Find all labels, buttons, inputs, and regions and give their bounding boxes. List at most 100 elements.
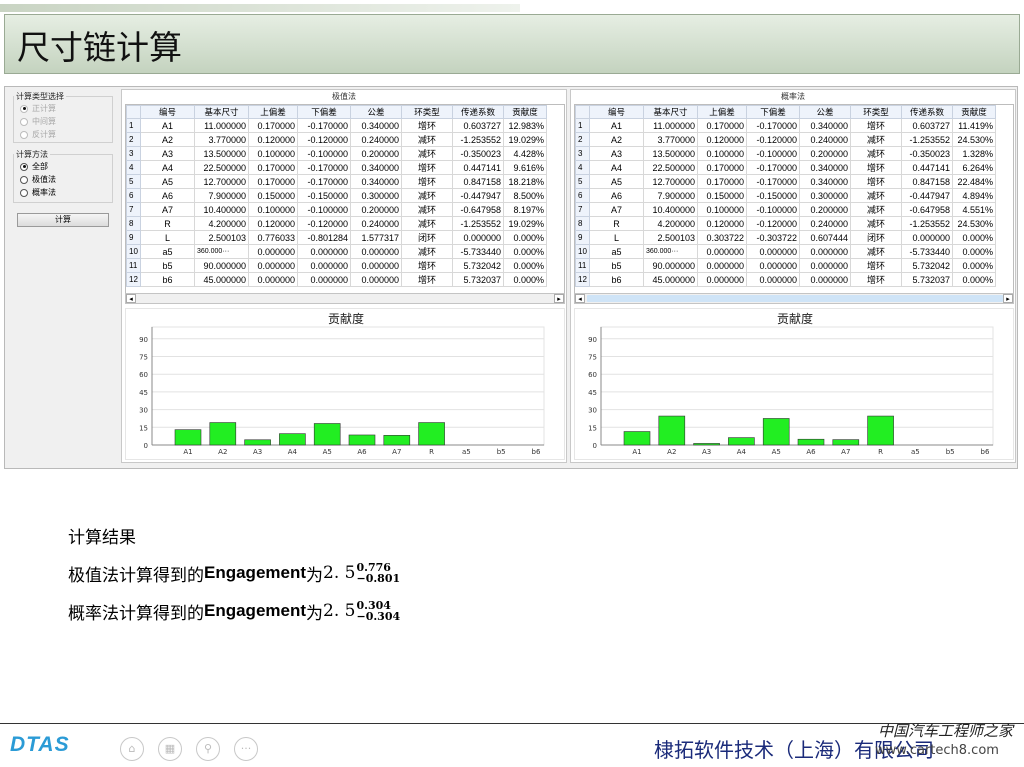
row-header[interactable]: 2 [126, 132, 141, 147]
table-cell[interactable]: -1.253552 [901, 216, 953, 231]
table-cell[interactable]: 0.000000 [746, 258, 800, 273]
table-cell[interactable]: 4.200000 [643, 216, 698, 231]
table-cell[interactable]: 0.340000 [350, 118, 402, 133]
table-cell[interactable]: 增环 [401, 258, 453, 273]
table-cell[interactable]: 0.000000 [350, 272, 402, 287]
table-cell[interactable]: 0.100000 [697, 202, 747, 217]
table-cell[interactable]: 0.170000 [248, 174, 298, 189]
row-header[interactable]: 12 [575, 272, 590, 287]
table-cell[interactable]: 0.340000 [799, 174, 851, 189]
table-cell[interactable]: 0.300000 [799, 188, 851, 203]
table-row[interactable]: 10 a5 360.000··· 0.000000 0.000000 0.000000 减环… [575, 244, 996, 259]
table-cell[interactable]: 闭环 [401, 230, 453, 245]
table-cell[interactable]: 0.447141 [452, 160, 504, 175]
table-cell[interactable]: -0.303722 [746, 230, 800, 245]
table-cell[interactable]: A2 [140, 132, 195, 147]
table-cell[interactable]: 0.000000 [297, 272, 351, 287]
table-cell[interactable]: 0.120000 [248, 216, 298, 231]
column-header[interactable]: 上偏差 [697, 105, 747, 119]
table-cell[interactable]: 12.700000 [194, 174, 249, 189]
table-cell[interactable]: 减环 [850, 216, 902, 231]
table-cell[interactable]: 5.732042 [901, 258, 953, 273]
table-cell[interactable]: 11.000000 [643, 118, 698, 133]
table-cell[interactable]: 增环 [401, 272, 453, 287]
table-cell[interactable]: 0.200000 [799, 202, 851, 217]
row-header[interactable]: 5 [575, 174, 590, 189]
table-cell[interactable]: 0.000000 [697, 258, 747, 273]
table-cell[interactable]: 减环 [850, 146, 902, 161]
table-cell[interactable]: -0.647958 [901, 202, 953, 217]
row-header[interactable]: 12 [126, 272, 141, 287]
table-cell[interactable]: -0.100000 [297, 146, 351, 161]
table-cell[interactable]: 360.000··· [194, 244, 249, 259]
table-cell[interactable]: 24.530% [952, 132, 996, 147]
table-cell[interactable]: R [140, 216, 195, 231]
table-cell[interactable]: 7.900000 [643, 188, 698, 203]
table-cell[interactable]: 0.100000 [248, 146, 298, 161]
table-cell[interactable]: 0.000% [503, 230, 547, 245]
table-cell[interactable]: 0.100000 [697, 146, 747, 161]
table-cell[interactable]: -0.100000 [746, 202, 800, 217]
table-cell[interactable]: 增环 [850, 118, 902, 133]
table-cell[interactable]: 0.200000 [350, 146, 402, 161]
calculate-button[interactable]: 计算 [17, 213, 109, 227]
table-cell[interactable]: 9.616% [503, 160, 547, 175]
table-cell[interactable]: a5 [140, 244, 195, 259]
table-row[interactable]: 4 A4 22.500000 0.170000 -0.170000 0.340000 增环 0… [575, 160, 996, 175]
table-cell[interactable]: 0.120000 [697, 132, 747, 147]
row-header[interactable]: 10 [575, 244, 590, 259]
table-cell[interactable]: 0.000000 [350, 258, 402, 273]
table-cell[interactable]: 闭环 [850, 230, 902, 245]
table-cell[interactable]: A7 [589, 202, 644, 217]
scroll-right-icon[interactable]: ▸ [1003, 294, 1013, 303]
column-header[interactable]: 编号 [140, 105, 195, 119]
table-cell[interactable]: -0.447947 [452, 188, 504, 203]
table-cell[interactable]: -0.170000 [746, 174, 800, 189]
table-cell[interactable]: 3.770000 [194, 132, 249, 147]
table-row[interactable]: 7 A7 10.400000 0.100000 -0.100000 0.200000 减环 -… [126, 202, 547, 217]
table-row[interactable]: 1 A1 11.000000 0.170000 -0.170000 0.340000 增环 0… [126, 118, 547, 133]
scroll-left-icon[interactable]: ◂ [126, 294, 136, 303]
table-cell[interactable]: 0.340000 [799, 160, 851, 175]
table-cell[interactable]: 22.484% [952, 174, 996, 189]
table-cell[interactable]: 4.428% [503, 146, 547, 161]
table-row[interactable]: 9 L 2.500103 0.776033 -0.801284 1.577317 闭环 0.0… [126, 230, 547, 245]
table-cell[interactable]: 0.000000 [452, 230, 504, 245]
row-header[interactable]: 8 [126, 216, 141, 231]
radio-forward-calc[interactable]: 正计算 [14, 102, 112, 115]
table-cell[interactable]: 减环 [401, 132, 453, 147]
column-header[interactable]: 公差 [799, 105, 851, 119]
table-cell[interactable]: 18.218% [503, 174, 547, 189]
radio-reverse-calc[interactable]: 反计算 [14, 128, 112, 141]
row-header[interactable]: 9 [575, 230, 590, 245]
table-cell[interactable]: 6.264% [952, 160, 996, 175]
table-cell[interactable]: 0.120000 [697, 216, 747, 231]
table-cell[interactable]: 4.200000 [194, 216, 249, 231]
table-cell[interactable]: A4 [140, 160, 195, 175]
scroll-left-icon[interactable]: ◂ [575, 294, 585, 303]
table-cell[interactable]: 7.900000 [194, 188, 249, 203]
row-header[interactable]: 6 [575, 188, 590, 203]
row-header[interactable]: 3 [575, 146, 590, 161]
column-header[interactable]: 下偏差 [297, 105, 351, 119]
table-cell[interactable]: 90.000000 [194, 258, 249, 273]
table-cell[interactable]: R [589, 216, 644, 231]
table-cell[interactable]: 增环 [401, 174, 453, 189]
table-cell[interactable]: 3.770000 [643, 132, 698, 147]
table-cell[interactable]: 0.150000 [697, 188, 747, 203]
table-row[interactable]: 8 R 4.200000 0.120000 -0.120000 0.240000 减环 -1.… [575, 216, 996, 231]
radio-extreme[interactable]: 极值法 [14, 173, 112, 186]
row-header[interactable]: 11 [126, 258, 141, 273]
home-icon[interactable]: ⌂ [120, 737, 144, 761]
table-cell[interactable]: 0.776033 [248, 230, 298, 245]
table-cell[interactable]: 5.732042 [452, 258, 504, 273]
scroll-thumb[interactable] [587, 295, 1003, 302]
table-cell[interactable]: 0.340000 [350, 174, 402, 189]
table-cell[interactable]: 0.303722 [697, 230, 747, 245]
table-row[interactable]: 6 A6 7.900000 0.150000 -0.150000 0.300000 减环 -0… [575, 188, 996, 203]
table-cell[interactable]: a5 [589, 244, 644, 259]
table-cell[interactable]: 减环 [850, 202, 902, 217]
table-cell[interactable]: 0.000000 [697, 244, 747, 259]
row-header[interactable]: 2 [575, 132, 590, 147]
table-cell[interactable]: 0.000000 [297, 244, 351, 259]
